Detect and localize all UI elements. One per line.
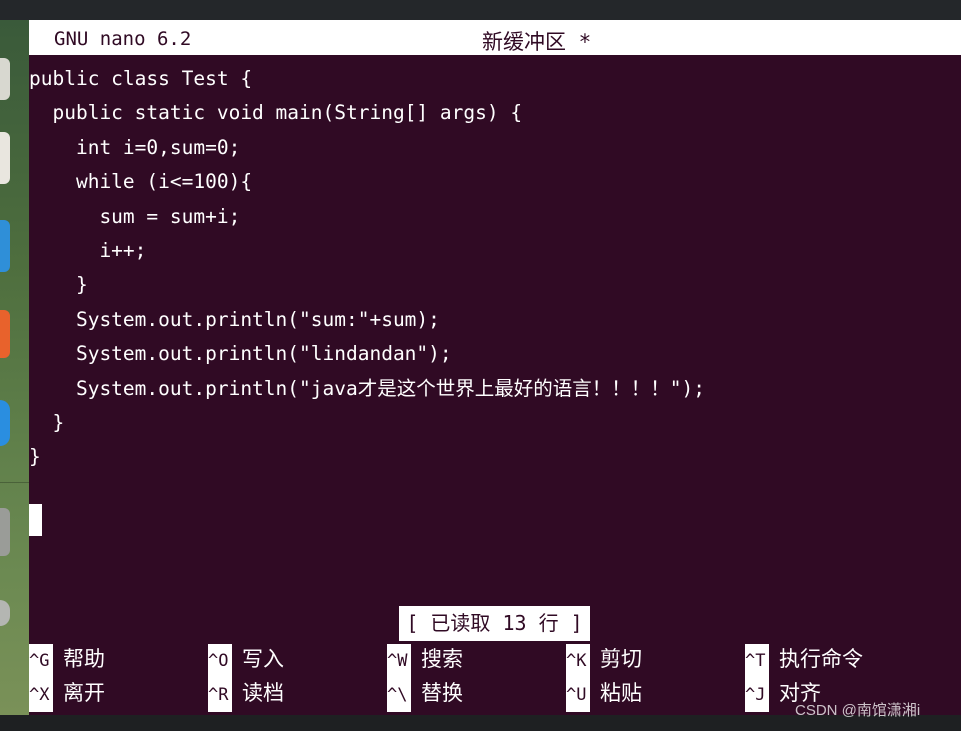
code-line: int i=0,sum=0; — [29, 135, 241, 159]
shortcut-replace[interactable]: ^\ 替换 — [387, 676, 463, 712]
window-top-strip — [0, 0, 961, 20]
shortcut-key: ^G — [29, 644, 53, 678]
watermark: CSDN @南馆潇湘i — [795, 702, 921, 719]
shortcut-where-is[interactable]: ^W 搜索 — [387, 642, 463, 678]
shortcut-write-out[interactable]: ^O 写入 — [208, 642, 284, 678]
shortcut-key: ^U — [566, 678, 590, 712]
dock-app-icon[interactable] — [0, 132, 10, 184]
shortcut-label: 执行命令 — [779, 647, 863, 671]
shortcut-help[interactable]: ^G 帮助 — [29, 642, 105, 678]
dock-app-icon[interactable] — [0, 310, 10, 358]
shortcut-key: ^X — [29, 678, 53, 712]
editor-area[interactable]: public class Test { public static void m… — [29, 62, 961, 475]
code-line: public class Test { — [29, 67, 253, 90]
nano-title-bar: GNU nano 6.2 新缓冲区 * — [29, 20, 961, 55]
dock-app-icon[interactable] — [0, 58, 10, 100]
shortcut-paste[interactable]: ^U 粘贴 — [566, 676, 642, 712]
dock-app-icon[interactable] — [0, 508, 10, 556]
shortcut-read-file[interactable]: ^R 读档 — [208, 676, 284, 712]
code-line: i++; — [29, 238, 147, 262]
code-line: public static void main(String[] args) { — [29, 101, 523, 125]
shortcut-label: 搜索 — [421, 647, 463, 671]
shortcut-label: 离开 — [63, 681, 105, 705]
code-line: sum = sum+i; — [29, 204, 241, 228]
shortcut-key: ^K — [566, 644, 590, 678]
buffer-name: 新缓冲区 * — [482, 30, 592, 54]
shortcut-label: 读档 — [242, 681, 284, 705]
shortcut-key: ^J — [745, 678, 769, 712]
shortcut-key: ^R — [208, 678, 232, 712]
shortcut-execute[interactable]: ^T 执行命令 — [745, 642, 863, 678]
shortcut-label: 剪切 — [600, 647, 642, 671]
terminal-window[interactable]: GNU nano 6.2 新缓冲区 * public class Test { … — [29, 20, 961, 715]
shortcut-exit[interactable]: ^X 离开 — [29, 676, 105, 712]
code-line: while (i<=100){ — [29, 170, 253, 194]
dock-divider — [0, 482, 29, 483]
shortcut-label: 帮助 — [63, 647, 105, 671]
shortcut-label: 替换 — [421, 681, 463, 705]
dock-app-icon[interactable] — [0, 220, 10, 272]
shortcut-key: ^W — [387, 644, 411, 678]
code-line: System.out.println("lindandan"); — [29, 342, 452, 366]
code-line: } — [29, 273, 88, 297]
code-line: System.out.println("java才是这个世界上最好的语言！！！！… — [29, 376, 705, 400]
code-line: System.out.println("sum:"+sum); — [29, 307, 440, 331]
shortcut-label: 写入 — [242, 647, 284, 671]
shortcut-label: 粘贴 — [600, 681, 642, 705]
dock — [0, 20, 29, 715]
code-line: } — [29, 445, 41, 469]
shortcut-cut[interactable]: ^K 剪切 — [566, 642, 642, 678]
shortcut-key: ^\ — [387, 678, 411, 712]
dock-app-icon[interactable] — [0, 600, 10, 626]
status-message: [ 已读取 13 行 ] — [399, 606, 590, 641]
shortcut-key: ^O — [208, 644, 232, 678]
text-cursor — [29, 504, 42, 536]
code-line: } — [29, 410, 65, 434]
shortcut-key: ^T — [745, 644, 769, 678]
nano-version: GNU nano 6.2 — [54, 28, 192, 50]
dock-app-icon[interactable] — [0, 400, 10, 446]
